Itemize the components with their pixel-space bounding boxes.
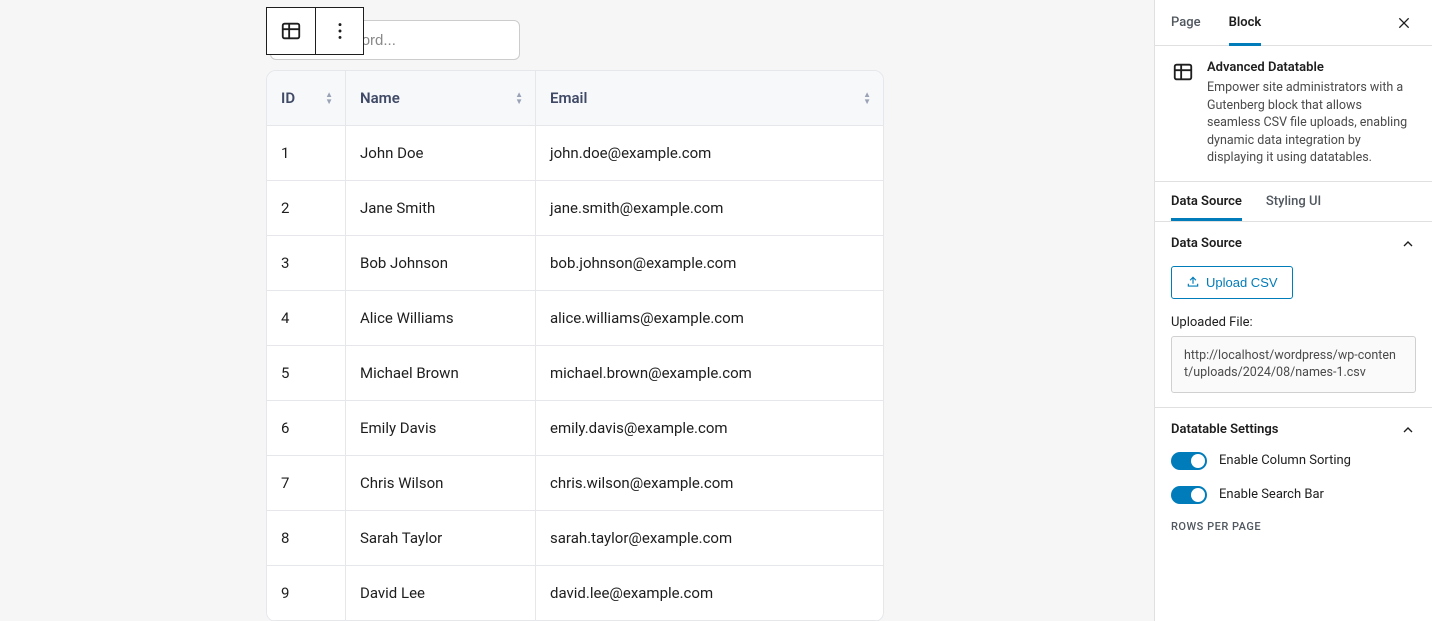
- cell-email: bob.johnson@example.com: [535, 236, 883, 291]
- chevron-up-icon: [1400, 236, 1416, 252]
- toggle-column-sorting[interactable]: [1171, 452, 1207, 470]
- cell-email: chris.wilson@example.com: [535, 456, 883, 511]
- close-icon: [1396, 15, 1412, 31]
- uploaded-file-path: http://localhost/wordpress/wp-content/up…: [1171, 336, 1416, 393]
- cell-name: Jane Smith: [345, 181, 535, 236]
- cell-email: emily.davis@example.com: [535, 401, 883, 456]
- cell-id: 2: [267, 181, 345, 236]
- cell-name: David Lee: [345, 566, 535, 621]
- cell-id: 1: [267, 126, 345, 181]
- cell-name: Chris Wilson: [345, 456, 535, 511]
- inner-tab-data-source[interactable]: Data Source: [1171, 182, 1242, 221]
- cell-id: 6: [267, 401, 345, 456]
- cell-name: Michael Brown: [345, 346, 535, 401]
- block-description: Empower site administrators with a Guten…: [1207, 79, 1416, 167]
- cell-id: 7: [267, 456, 345, 511]
- panel-header-settings[interactable]: Datatable Settings: [1171, 422, 1416, 438]
- column-header-label: Name: [360, 89, 400, 107]
- table-row: 8Sarah Taylorsarah.taylor@example.com: [267, 511, 883, 566]
- cell-email: david.lee@example.com: [535, 566, 883, 621]
- upload-csv-label: Upload CSV: [1206, 275, 1278, 290]
- table-row: 1John Doejohn.doe@example.com: [267, 126, 883, 181]
- column-header-id[interactable]: ID ▲▼: [267, 71, 345, 126]
- toggle-column-sorting-label: Enable Column Sorting: [1219, 453, 1351, 468]
- sort-icon: ▲▼: [515, 91, 523, 105]
- tab-block[interactable]: Block: [1229, 0, 1262, 46]
- toggle-search-bar-label: Enable Search Bar: [1219, 487, 1324, 502]
- sidebar-tabs: Page Block: [1155, 0, 1432, 46]
- sort-icon: ▲▼: [863, 91, 871, 105]
- chevron-up-icon: [1400, 422, 1416, 438]
- column-header-label: ID: [281, 89, 295, 107]
- table-row: 4Alice Williamsalice.williams@example.co…: [267, 291, 883, 346]
- toggle-search-bar[interactable]: [1171, 486, 1207, 504]
- cell-email: john.doe@example.com: [535, 126, 883, 181]
- block-toolbar: [266, 7, 364, 55]
- cell-id: 4: [267, 291, 345, 346]
- table-row: 6Emily Davisemily.davis@example.com: [267, 401, 883, 456]
- cell-id: 8: [267, 511, 345, 566]
- column-header-email[interactable]: Email ▲▼: [535, 71, 883, 126]
- table-row: 9David Leedavid.lee@example.com: [267, 566, 883, 621]
- block-type-button[interactable]: [267, 8, 315, 54]
- table-row: 3Bob Johnsonbob.johnson@example.com: [267, 236, 883, 291]
- sort-icon: ▲▼: [325, 91, 333, 105]
- table-row: 2Jane Smithjane.smith@example.com: [267, 181, 883, 236]
- panel-title: Data Source: [1171, 236, 1242, 251]
- table-row: 5Michael Brownmichael.brown@example.com: [267, 346, 883, 401]
- cell-name: Bob Johnson: [345, 236, 535, 291]
- cell-id: 9: [267, 566, 345, 621]
- column-header-label: Email: [550, 89, 587, 107]
- cell-name: Alice Williams: [345, 291, 535, 346]
- cell-email: jane.smith@example.com: [535, 181, 883, 236]
- cell-name: Sarah Taylor: [345, 511, 535, 566]
- rows-per-page-label: ROWS PER PAGE: [1171, 520, 1416, 533]
- inner-tabs: Data Source Styling UI: [1155, 182, 1432, 222]
- inner-tab-styling-ui[interactable]: Styling UI: [1266, 182, 1321, 221]
- upload-csv-button[interactable]: Upload CSV: [1171, 266, 1293, 299]
- cell-name: Emily Davis: [345, 401, 535, 456]
- settings-sidebar: Page Block Advanced Datatable Empower si…: [1154, 0, 1432, 621]
- uploaded-file-label: Uploaded File:: [1171, 315, 1416, 330]
- cell-email: alice.williams@example.com: [535, 291, 883, 346]
- cell-email: michael.brown@example.com: [535, 346, 883, 401]
- block-title: Advanced Datatable: [1207, 60, 1416, 75]
- close-sidebar-button[interactable]: [1386, 0, 1422, 46]
- cell-id: 5: [267, 346, 345, 401]
- tab-page[interactable]: Page: [1171, 0, 1201, 46]
- panel-datatable-settings: Datatable Settings Enable Column Sorting…: [1155, 408, 1432, 547]
- cell-email: sarah.taylor@example.com: [535, 511, 883, 566]
- table-row: 7Chris Wilsonchris.wilson@example.com: [267, 456, 883, 511]
- cell-name: John Doe: [345, 126, 535, 181]
- block-options-button[interactable]: [315, 8, 363, 54]
- datatable: ID ▲▼ Name ▲▼ Email ▲▼ 1John Doejohn.doe…: [266, 70, 884, 621]
- panel-data-source: Data Source Upload CSV Uploaded File: ht…: [1155, 222, 1432, 408]
- editor-canvas: ID ▲▼ Name ▲▼ Email ▲▼ 1John Doejohn.doe…: [0, 0, 1154, 621]
- table-icon: [280, 20, 302, 42]
- panel-header-data-source[interactable]: Data Source: [1171, 236, 1416, 252]
- cell-id: 3: [267, 236, 345, 291]
- table-icon: [1171, 60, 1195, 84]
- panel-title: Datatable Settings: [1171, 422, 1278, 437]
- upload-icon: [1186, 275, 1200, 289]
- more-vertical-icon: [329, 20, 351, 42]
- column-header-name[interactable]: Name ▲▼: [345, 71, 535, 126]
- block-card: Advanced Datatable Empower site administ…: [1155, 46, 1432, 182]
